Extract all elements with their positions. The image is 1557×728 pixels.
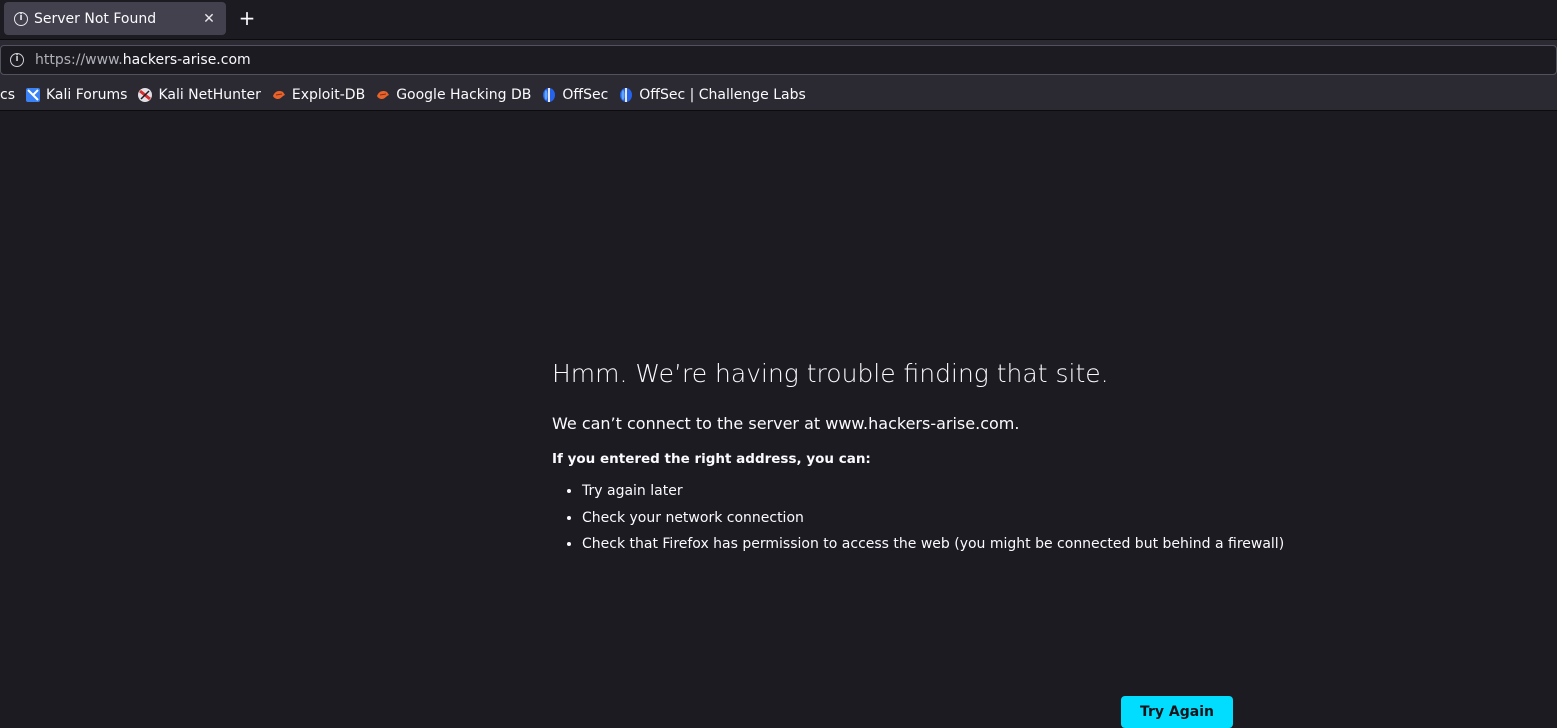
- bookmark-kali-nethunter[interactable]: Kali NetHunter: [137, 83, 261, 107]
- bookmark-label: OffSec | Challenge Labs: [639, 87, 806, 103]
- url-text[interactable]: https://www.hackers-arise.com: [35, 52, 251, 68]
- suggestion-item: Try again later: [582, 481, 1242, 508]
- new-tab-button[interactable]: +: [236, 8, 258, 30]
- url-domain: hackers-arise.com: [122, 52, 251, 68]
- url-bar[interactable]: i https://www.hackers-arise.com: [0, 45, 1557, 75]
- bookmark-label: OffSec: [562, 87, 609, 103]
- bookmark-offsec[interactable]: OffSec: [541, 83, 608, 107]
- tab-strip: i Server Not Found ✕ +: [0, 0, 1557, 40]
- bookmark-label: Google Hacking DB: [396, 87, 532, 103]
- error-container: Hmm. We’re having trouble finding that s…: [552, 359, 1284, 728]
- bookmark-kali-forums[interactable]: Kali Forums: [25, 83, 127, 107]
- suggestion-list: Try again later Check your network conne…: [552, 481, 1284, 561]
- close-icon[interactable]: ✕: [200, 10, 218, 28]
- error-description: We can’t connect to the server at www.ha…: [552, 414, 1020, 433]
- url-prefix: https://www.: [35, 52, 123, 68]
- kali-nethunter-icon: [138, 88, 153, 102]
- bookmarks-toolbar: cs Kali Forums Kali NetHunter Exploit-DB…: [0, 80, 1557, 111]
- nav-bar: i https://www.hackers-arise.com: [0, 40, 1557, 80]
- google-hacking-db-icon: [377, 91, 390, 99]
- offsec-icon: [620, 88, 633, 102]
- bookmark-label: Exploit-DB: [291, 87, 366, 103]
- bookmark-google-hacking-db[interactable]: Google Hacking DB: [375, 83, 531, 107]
- kali-forums-icon: [26, 88, 40, 102]
- bookmark-label: Kali NetHunter: [158, 87, 261, 103]
- bookmark-exploit-db[interactable]: Exploit-DB: [271, 83, 365, 107]
- tab-server-not-found[interactable]: i Server Not Found ✕: [4, 2, 226, 35]
- page-content: Hmm. We’re having trouble finding that s…: [0, 111, 1557, 728]
- bookmark-offsec-challenge-labs[interactable]: OffSec | Challenge Labs: [618, 83, 806, 107]
- suggestion-item: Check your network connection: [582, 508, 1242, 535]
- error-subtitle: If you entered the right address, you ca…: [552, 451, 871, 467]
- site-info-icon[interactable]: i: [10, 53, 24, 67]
- bookmark-partial[interactable]: cs: [0, 83, 15, 107]
- offsec-icon: [543, 88, 556, 102]
- bookmark-label: Kali Forums: [46, 87, 128, 103]
- info-icon: i: [14, 11, 28, 26]
- error-title: Hmm. We’re having trouble finding that s…: [552, 359, 1109, 388]
- suggestion-item: Check that Firefox has permission to acc…: [582, 534, 1284, 561]
- tab-title: Server Not Found: [34, 10, 157, 27]
- exploit-db-icon: [272, 91, 285, 99]
